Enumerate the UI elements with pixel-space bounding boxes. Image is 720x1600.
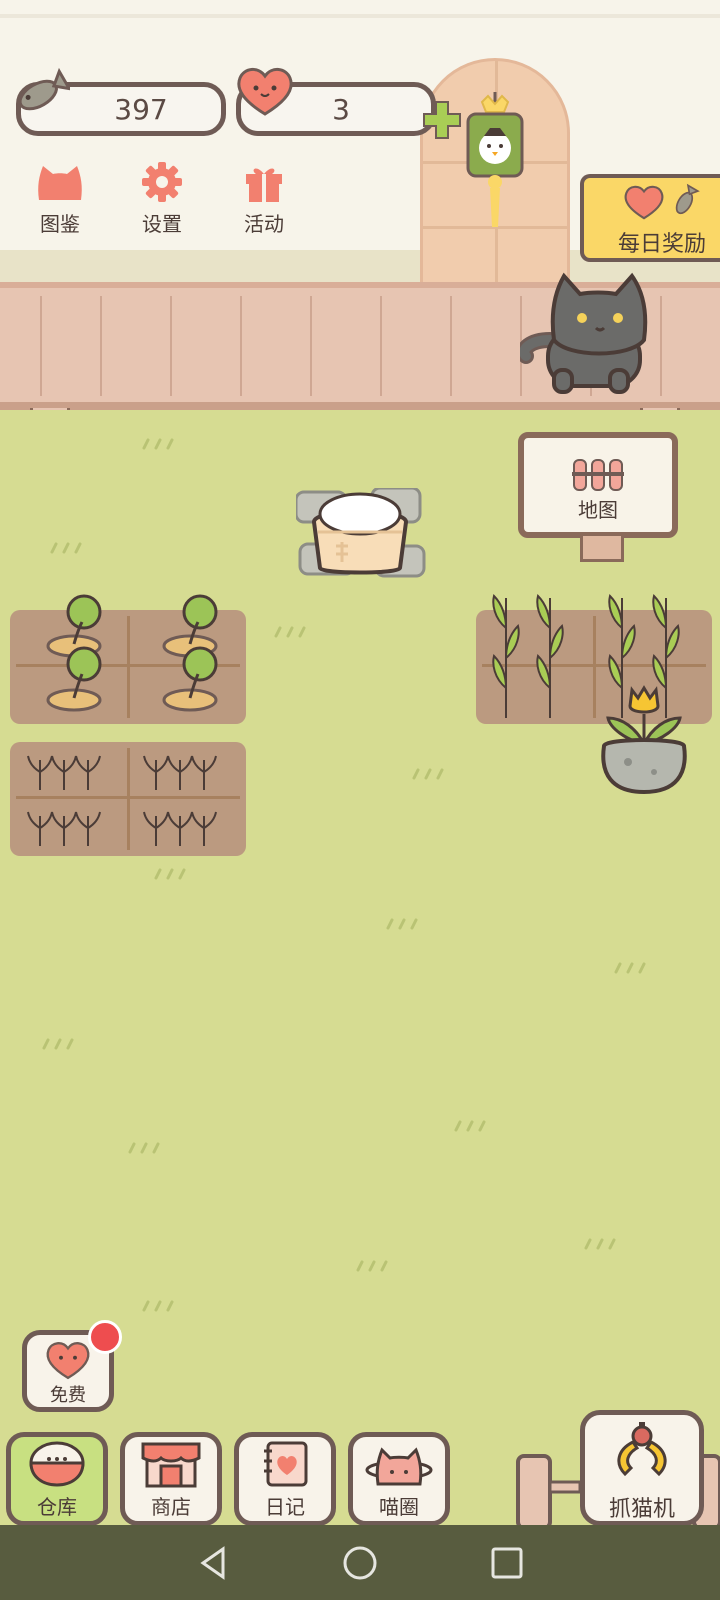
recents-icon[interactable] xyxy=(487,1543,527,1583)
tab-shop[interactable]: 商店 xyxy=(120,1432,222,1526)
tab-warehouse-label: 仓库 xyxy=(37,1495,77,1519)
tab-warehouse[interactable]: 仓库 xyxy=(6,1432,108,1526)
fence-plank xyxy=(100,296,102,396)
fish-count: 397 xyxy=(114,92,168,126)
daily-reward-button[interactable]: 每日奖励 xyxy=(580,174,720,262)
fence-plank xyxy=(40,296,42,396)
fence-plank xyxy=(170,296,172,396)
radish-crops xyxy=(46,594,218,712)
map-label: 地图 xyxy=(578,498,618,522)
collection-label: 图鉴 xyxy=(40,212,80,236)
events-button[interactable]: 活动 xyxy=(224,160,304,237)
system-nav-bar xyxy=(0,1525,720,1600)
tab-shop-label: 商店 xyxy=(151,1495,191,1519)
fence-map-icon xyxy=(524,438,672,494)
heart-icon xyxy=(234,64,296,118)
fence-plank xyxy=(380,296,382,396)
sign-post xyxy=(580,536,624,562)
settings-label: 设置 xyxy=(142,212,182,236)
back-icon[interactable] xyxy=(193,1543,233,1583)
tab-cat-circle-label: 喵圈 xyxy=(379,1495,419,1519)
daily-reward-icons xyxy=(584,178,720,226)
cat-planet-icon xyxy=(353,1437,445,1491)
add-heart-icon[interactable] xyxy=(420,98,464,142)
claw-icon xyxy=(585,1415,699,1491)
notification-badge xyxy=(88,1320,122,1354)
sprout-crops xyxy=(27,755,217,846)
farm-plot-radish[interactable] xyxy=(10,594,246,724)
wall-stripe xyxy=(0,14,720,18)
shop-icon xyxy=(125,1437,217,1491)
diary-icon xyxy=(239,1437,331,1491)
events-label: 活动 xyxy=(244,212,284,236)
potted-tulip[interactable] xyxy=(596,684,692,804)
tab-cat-circle[interactable]: 喵圈 xyxy=(348,1432,450,1526)
settings-button[interactable]: 设置 xyxy=(122,160,202,237)
tab-diary[interactable]: 日记 xyxy=(234,1432,336,1526)
daily-reward-label: 每日奖励 xyxy=(617,232,706,257)
fish-icon xyxy=(675,183,700,215)
heart-icon xyxy=(624,185,664,220)
collection-button[interactable]: 图鉴 xyxy=(20,160,100,237)
gift-icon xyxy=(239,160,289,204)
gear-icon xyxy=(137,160,187,204)
cat-head-icon xyxy=(35,160,85,204)
fish-icon xyxy=(10,66,73,122)
free-label: 免费 xyxy=(50,1385,86,1406)
fence-plank xyxy=(450,296,452,396)
claw-machine-button[interactable]: 抓猫机 xyxy=(580,1410,704,1526)
tab-diary-label: 日记 xyxy=(265,1495,305,1519)
bird-ornament-icon[interactable] xyxy=(464,92,526,232)
farm-plot-sprouts[interactable] xyxy=(10,742,246,856)
fence-plank xyxy=(310,296,312,396)
fence-plank xyxy=(240,296,242,396)
home-icon[interactable] xyxy=(340,1543,380,1583)
rice-sack[interactable] xyxy=(294,486,426,588)
map-sign[interactable]: 地图 xyxy=(518,432,678,538)
gray-cat[interactable] xyxy=(516,270,680,400)
rice-bowl-icon xyxy=(11,1437,103,1491)
claw-machine-label: 抓猫机 xyxy=(608,1497,675,1522)
heart-count: 3 xyxy=(332,92,350,126)
